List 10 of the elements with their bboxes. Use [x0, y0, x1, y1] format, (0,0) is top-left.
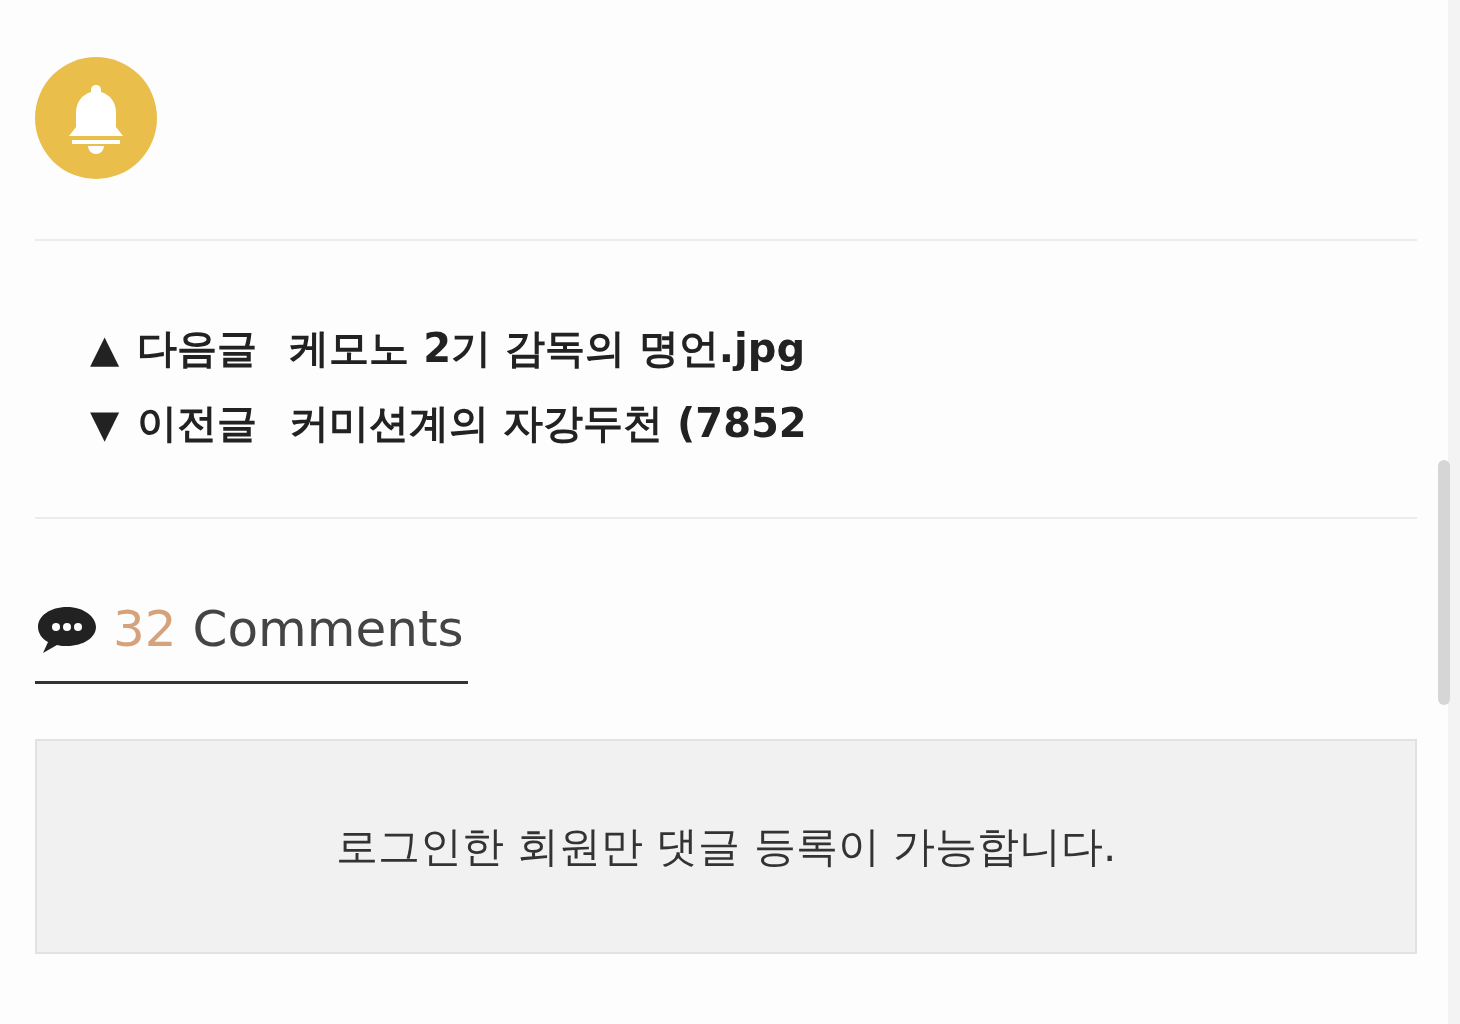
nav-label: 다음글 — [137, 324, 258, 373]
nav-label: 이전글 — [137, 399, 258, 448]
login-notice: 로그인한 회원만 댓글 등록이 가능합니다. — [335, 820, 1117, 873]
post-link[interactable]: 커미션계의 자강두천 (7852 — [289, 396, 807, 451]
scrollbar-thumb[interactable] — [1438, 460, 1450, 705]
arrow-glyph: ▲ — [90, 326, 120, 371]
arrow-glyph: ▼ — [90, 401, 120, 446]
bell-icon[interactable] — [35, 57, 157, 179]
comments-tab[interactable]: 32 Comments — [35, 599, 468, 684]
post-link[interactable]: 케모노 2기 감독의 명언.jpg — [289, 321, 805, 376]
